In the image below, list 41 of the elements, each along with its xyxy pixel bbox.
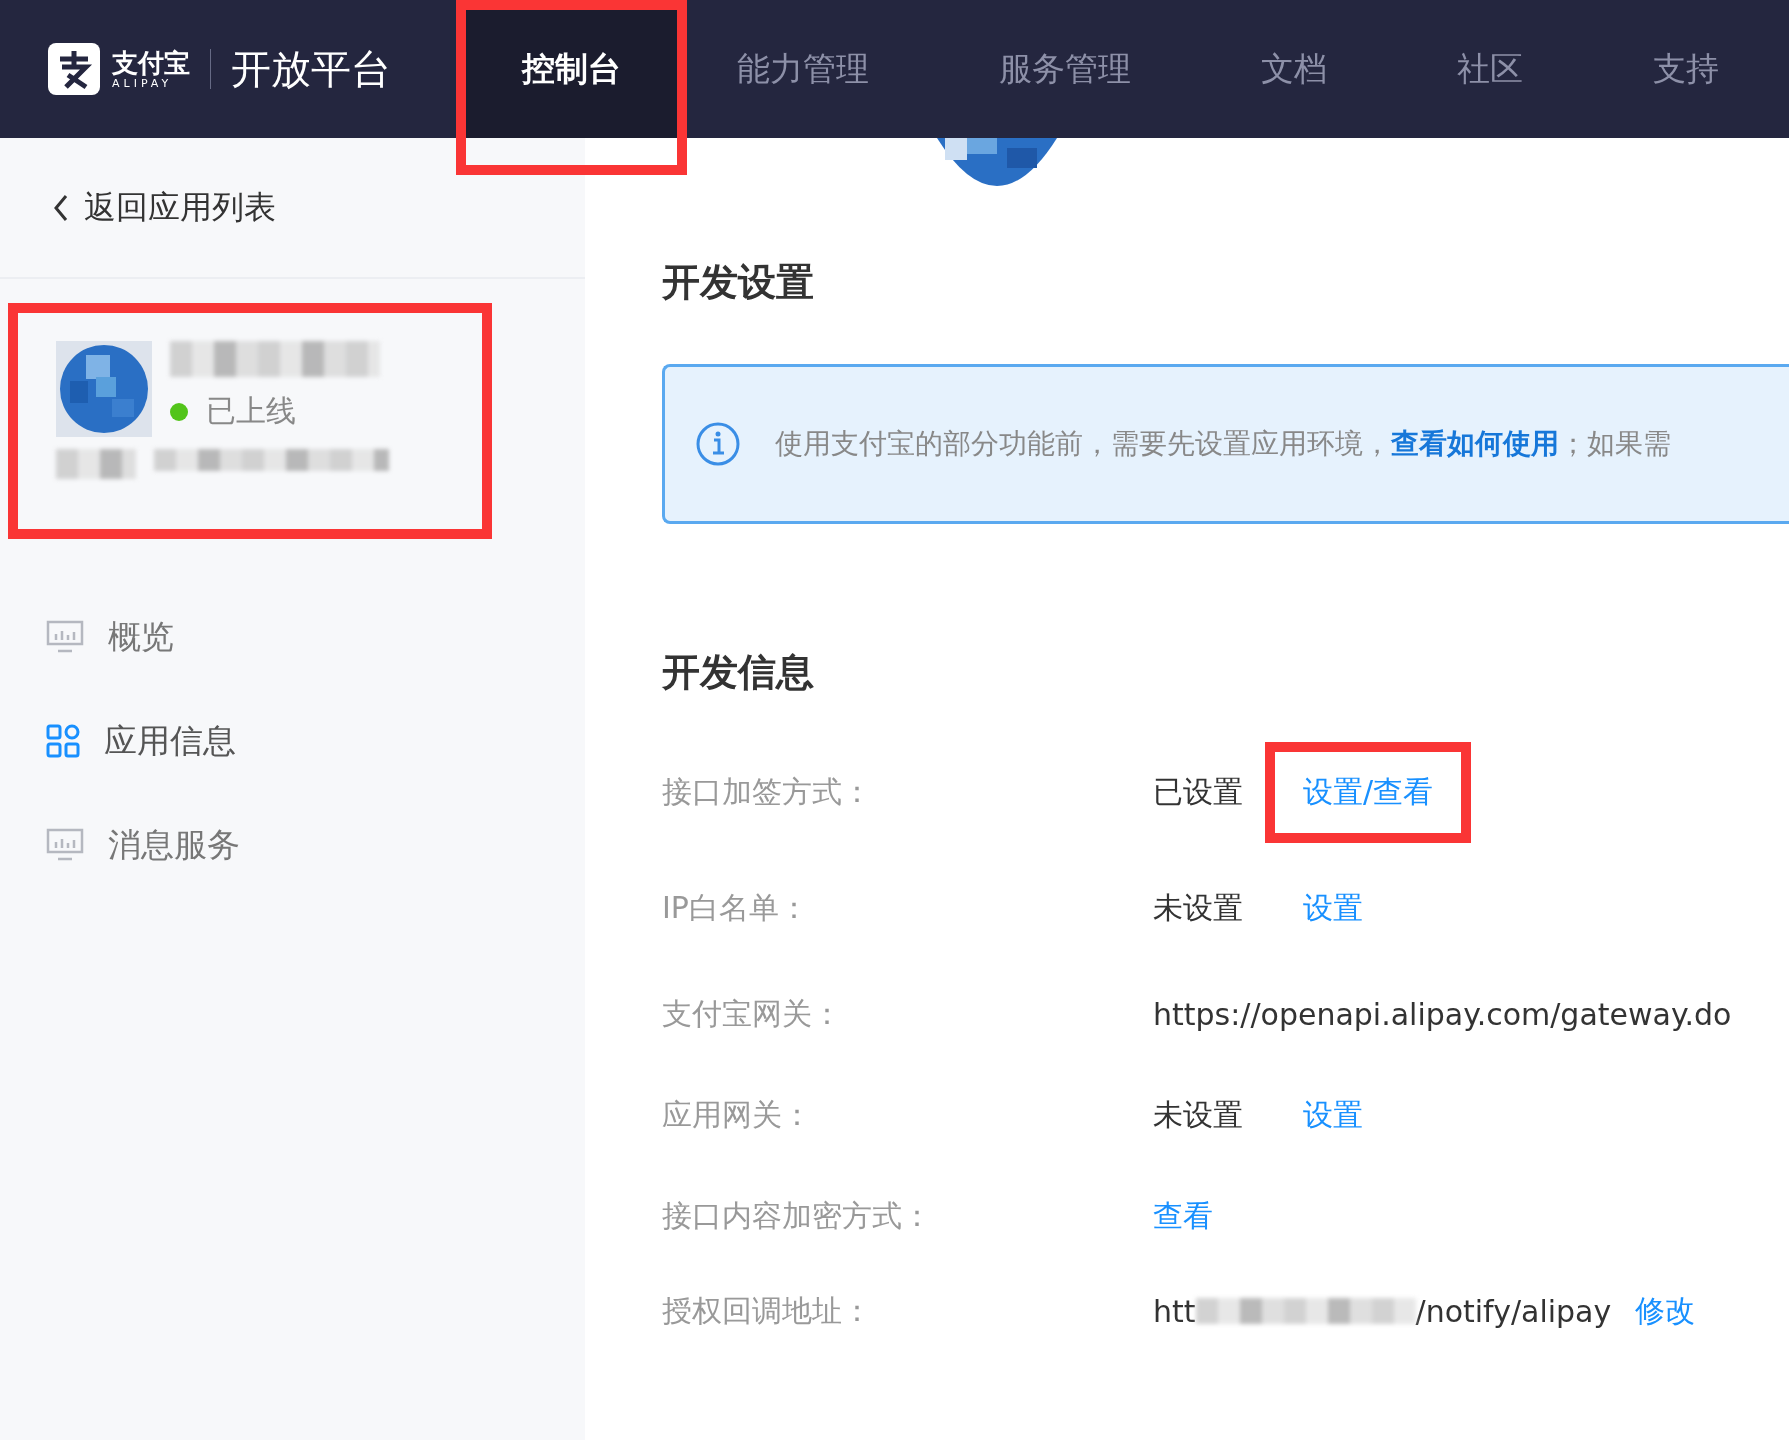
help-link[interactable]: 查看如何使用 bbox=[1391, 427, 1559, 460]
product-name: 开放平台 bbox=[231, 44, 391, 94]
field-label: 接口加签方式： bbox=[662, 772, 873, 811]
apps-grid-icon bbox=[46, 724, 80, 758]
nav-tab[interactable]: 文档 bbox=[1201, 0, 1387, 138]
alert-text: 使用支付宝的部分功能前，需要先设置应用环境，查看如何使用；如果需 bbox=[775, 426, 1671, 462]
field-value: https://openapi.alipay.com/gateway.do bbox=[1153, 996, 1732, 1032]
monitor-chart-icon bbox=[46, 620, 84, 654]
nav-tab[interactable]: 社区 bbox=[1397, 0, 1583, 138]
brand-latin: ALIPAY bbox=[112, 77, 174, 89]
field-value: 已设置 bbox=[1153, 772, 1243, 811]
nav-tab[interactable]: 能力管理 bbox=[677, 0, 929, 138]
action-link[interactable]: 修改 bbox=[1635, 1290, 1696, 1332]
brand-name: 支付宝 bbox=[112, 49, 190, 76]
field-label: 授权回调地址： bbox=[662, 1291, 873, 1330]
sidebar-menu-item[interactable]: 消息服务 bbox=[0, 793, 585, 897]
monitor-chart-icon bbox=[46, 828, 84, 862]
field-label: 支付宝网关： bbox=[662, 994, 843, 1033]
section-title: 开发信息 bbox=[662, 648, 815, 696]
action-link[interactable]: 设置 bbox=[1303, 1094, 1363, 1136]
action-link[interactable]: 查看 bbox=[1153, 1195, 1213, 1237]
field-value: htt bbox=[1153, 1293, 1196, 1329]
field-label: 应用网关： bbox=[662, 1095, 813, 1134]
field-value: 未设置 bbox=[1153, 888, 1243, 927]
nav-tab[interactable]: 服务管理 bbox=[939, 0, 1191, 138]
status-dot bbox=[170, 402, 188, 421]
nav-tab[interactable]: 支持 bbox=[1593, 0, 1779, 138]
section-title: 开发设置 bbox=[662, 258, 815, 306]
action-link[interactable]: 设置 bbox=[1303, 887, 1363, 929]
field-label: 接口内容加密方式： bbox=[662, 1196, 933, 1235]
field-value: /notify/alipay bbox=[1415, 1293, 1612, 1329]
sidebar-menu-item[interactable]: 概览 bbox=[0, 585, 585, 689]
logo-icon bbox=[48, 43, 100, 95]
sidebar-menu-item[interactable]: 应用信息 bbox=[0, 689, 585, 793]
field-label: IP白名单： bbox=[662, 888, 810, 927]
action-link[interactable]: 设置/查看 bbox=[1303, 771, 1434, 813]
back-link[interactable]: 返回应用列表 bbox=[0, 138, 585, 279]
info-icon bbox=[695, 421, 741, 467]
field-value: 未设置 bbox=[1153, 1095, 1243, 1134]
status-label: 已上线 bbox=[170, 391, 380, 432]
back-icon bbox=[52, 192, 70, 223]
